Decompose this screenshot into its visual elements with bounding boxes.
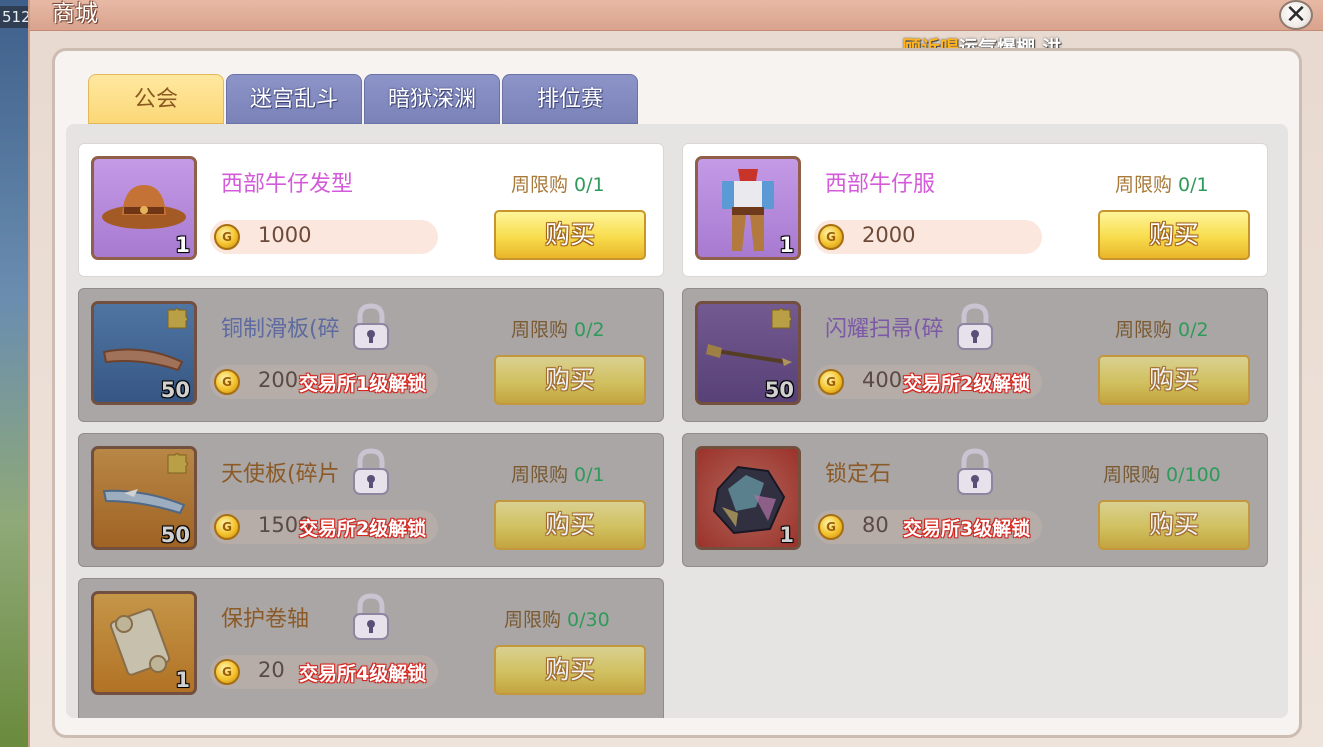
purchase-limit: 周限购 0/100	[1103, 460, 1221, 487]
item-price: 1000	[258, 223, 312, 247]
padlock-icon	[353, 303, 389, 350]
unlock-requirement: 交易所2级解锁	[299, 518, 427, 540]
item-price: 200	[258, 368, 299, 392]
item-price: 20	[258, 658, 285, 682]
coin-icon: G	[818, 514, 844, 540]
buy-button[interactable]: 购买	[1098, 355, 1250, 405]
price-bar: G 1000	[210, 220, 438, 254]
buy-button[interactable]: 购买	[494, 645, 646, 695]
coin-icon: G	[214, 224, 240, 250]
limit-count: 0/2	[1178, 319, 1209, 341]
limit-count: 0/1	[1178, 174, 1209, 196]
item-quantity: 50	[160, 378, 190, 402]
limit-label: 周限购	[511, 174, 569, 196]
fragment-badge-icon	[167, 308, 188, 329]
tab-guild[interactable]: 公会	[88, 74, 224, 124]
shop-item-cowboy-outfit: 1 西部牛仔服 周限购 0/1 G 2000 购买	[682, 143, 1268, 277]
item-price: 2000	[862, 223, 916, 247]
unlock-requirement: 交易所4级解锁	[299, 663, 427, 685]
unlock-requirement: 交易所3级解锁	[903, 518, 1031, 540]
tab-bar: 公会 迷宫乱斗 暗狱深渊 排位赛	[88, 74, 638, 124]
copper-skateboard-icon: 50	[91, 301, 197, 405]
item-price: 400	[862, 368, 903, 392]
padlock-icon	[957, 303, 993, 350]
shop-item-angel-board: 50 天使板(碎片 周限购 0/1 G 1500 交易所2级解锁 购买	[78, 433, 664, 567]
limit-label: 周限购	[504, 609, 562, 631]
item-quantity: 1	[175, 668, 190, 692]
purchase-limit: 周限购 0/2	[1115, 315, 1209, 342]
shop-item-lock-stone: 1 锁定石 周限购 0/100 G 80 交易所3级解锁 购买	[682, 433, 1268, 567]
cowboy-outfit-icon: 1	[695, 156, 801, 260]
item-quantity: 50	[764, 378, 794, 402]
unlock-requirement: 交易所1级解锁	[299, 373, 427, 395]
purchase-limit: 周限购 0/2	[511, 315, 605, 342]
limit-count: 0/1	[574, 174, 605, 196]
padlock-icon	[353, 593, 389, 640]
buy-button[interactable]: 购买	[494, 210, 646, 260]
title-bar: 商城 ✕	[30, 0, 1323, 31]
buy-button[interactable]: 购买	[1098, 500, 1250, 550]
tab-dark-abyss[interactable]: 暗狱深渊	[364, 74, 500, 124]
item-name: 西部牛仔发型	[221, 172, 354, 197]
item-grid: 1 西部牛仔发型 周限购 0/1 G 1000 购买 1 西部牛仔服 周限购 0/1…	[66, 124, 1288, 718]
purchase-limit: 周限购 0/30	[504, 605, 610, 632]
tab-maze-brawl[interactable]: 迷宫乱斗	[226, 74, 362, 124]
unlock-requirement: 交易所2级解锁	[903, 373, 1031, 395]
item-name: 闪耀扫帚(碎	[825, 317, 944, 342]
padlock-icon	[353, 448, 389, 495]
coin-icon: G	[214, 514, 240, 540]
buy-button[interactable]: 购买	[494, 355, 646, 405]
price-bar: G 2000	[814, 220, 1042, 254]
buy-button[interactable]: 购买	[494, 500, 646, 550]
tab-ranked[interactable]: 排位赛	[502, 74, 638, 124]
purchase-limit: 周限购 0/1	[511, 170, 605, 197]
item-quantity: 1	[779, 523, 794, 547]
limit-label: 周限购	[511, 464, 569, 486]
limit-count: 0/2	[574, 319, 605, 341]
shop-window: 商城 ✕ 顾诉喝运气爆棚,洪 公会 迷宫乱斗 暗狱深渊 排位赛 1 西部牛仔发型…	[28, 0, 1323, 747]
item-name: 天使板(碎片	[221, 462, 340, 487]
limit-label: 周限购	[1115, 319, 1173, 341]
coin-icon: G	[818, 224, 844, 250]
cowboy-hat-icon: 1	[91, 156, 197, 260]
coin-icon: G	[818, 369, 844, 395]
scroll-icon: 1	[91, 591, 197, 695]
shop-item-shining-broom: 50 闪耀扫帚(碎 周限购 0/2 G 400 交易所2级解锁 购买	[682, 288, 1268, 422]
item-quantity: 50	[160, 523, 190, 547]
close-button[interactable]: ✕	[1279, 0, 1313, 30]
limit-label: 周限购	[1115, 174, 1173, 196]
coin-icon: G	[214, 369, 240, 395]
item-name: 铜制滑板(碎	[221, 317, 340, 342]
purchase-limit: 周限购 0/1	[1115, 170, 1209, 197]
item-name: 保护卷轴	[221, 607, 310, 632]
limit-label: 周限购	[1103, 464, 1161, 486]
coin-icon: G	[214, 659, 240, 685]
limit-label: 周限购	[511, 319, 569, 341]
item-name: 西部牛仔服	[825, 172, 936, 197]
padlock-icon	[957, 448, 993, 495]
broom-icon: 50	[695, 301, 801, 405]
shop-item-copper-skateboard: 50 铜制滑板(碎 周限购 0/2 G 200 交易所1级解锁 购买	[78, 288, 664, 422]
shop-item-protection-scroll: 1 保护卷轴 周限购 0/30 G 20 交易所4级解锁 购买	[78, 578, 664, 718]
purchase-limit: 周限购 0/1	[511, 460, 605, 487]
limit-count: 0/30	[567, 609, 610, 631]
fragment-badge-icon	[771, 308, 792, 329]
lock-stone-icon: 1	[695, 446, 801, 550]
shop-item-cowboy-hair: 1 西部牛仔发型 周限购 0/1 G 1000 购买	[78, 143, 664, 277]
item-name: 锁定石	[825, 462, 892, 487]
window-title: 商城	[52, 1, 98, 27]
limit-count: 0/100	[1166, 464, 1221, 486]
angel-board-icon: 50	[91, 446, 197, 550]
buy-button[interactable]: 购买	[1098, 210, 1250, 260]
limit-count: 0/1	[574, 464, 605, 486]
fragment-badge-icon	[167, 453, 188, 474]
item-price: 80	[862, 513, 889, 537]
item-quantity: 1	[779, 233, 794, 257]
item-quantity: 1	[175, 233, 190, 257]
